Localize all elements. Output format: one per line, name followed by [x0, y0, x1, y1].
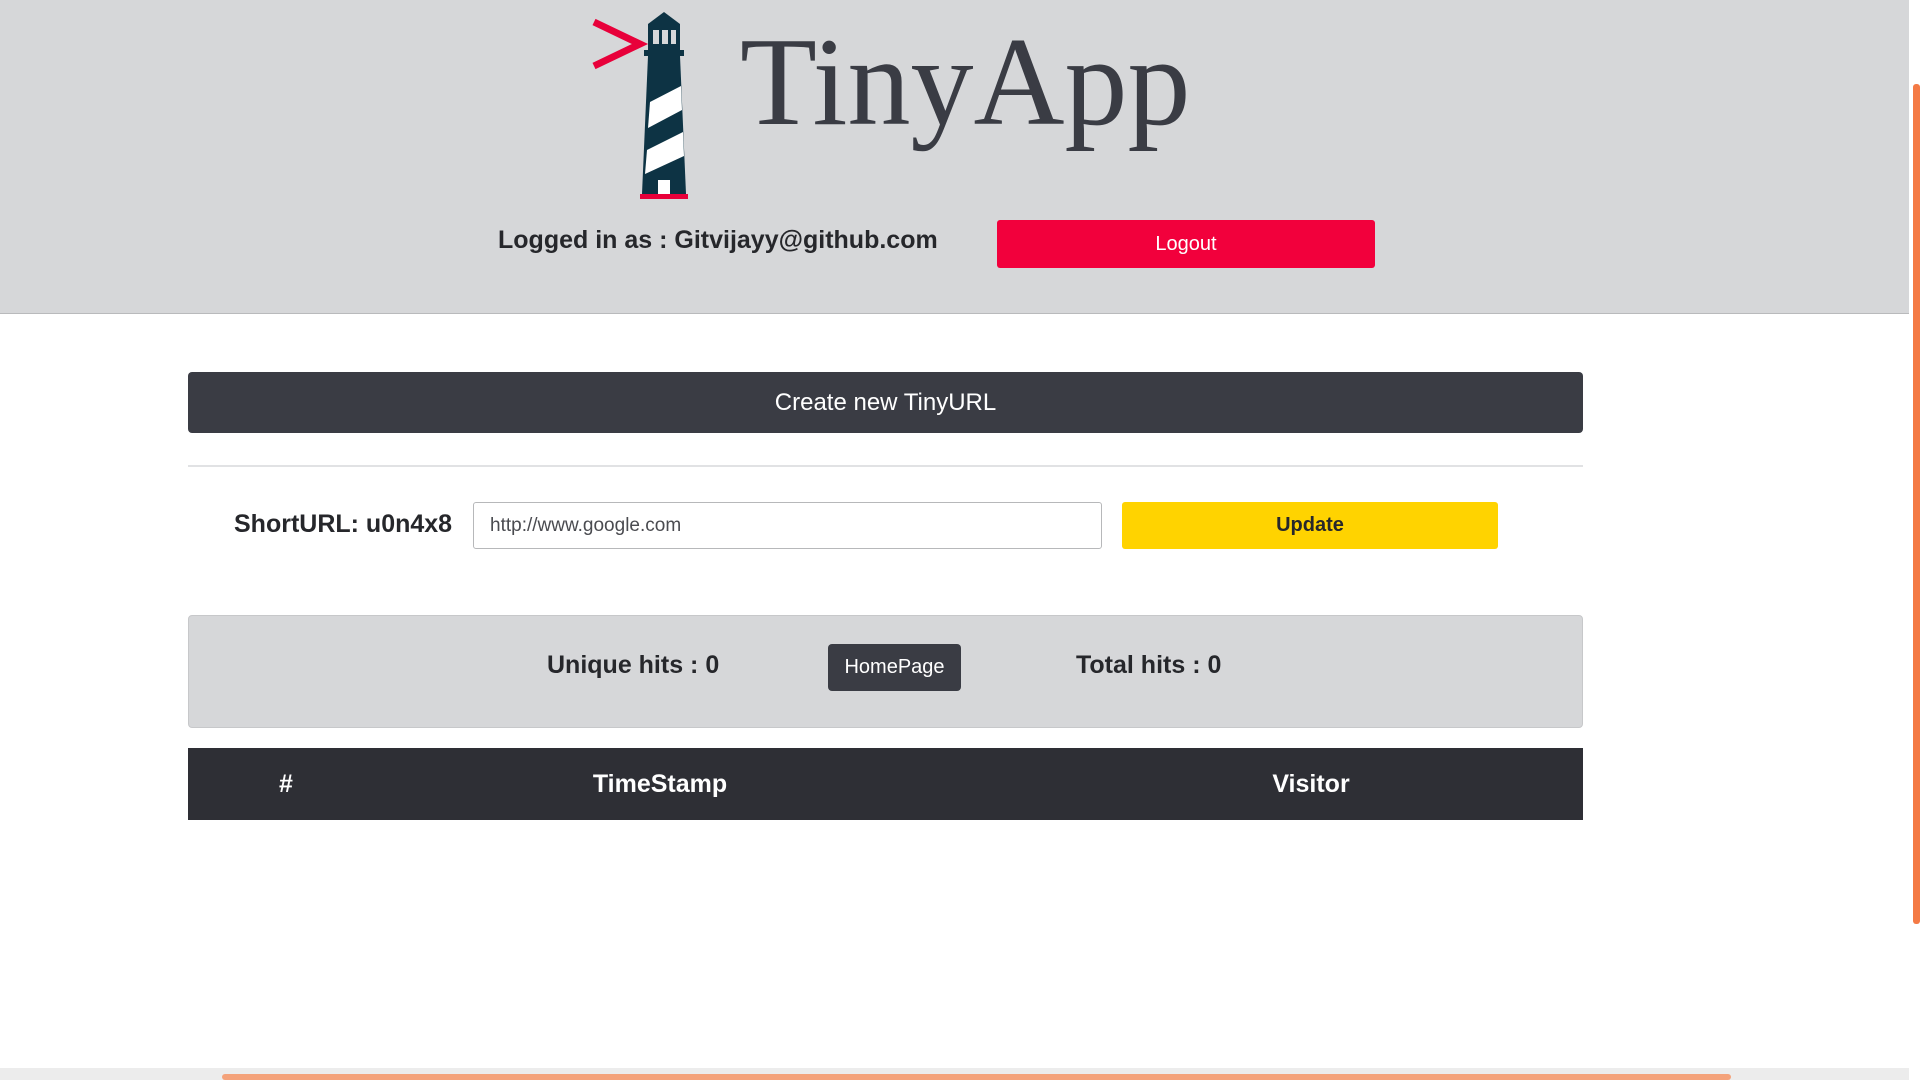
column-header-number: #: [279, 769, 293, 798]
homepage-button[interactable]: HomePage: [828, 644, 961, 691]
visits-table-header: # TimeStamp Visitor: [188, 748, 1583, 820]
brand-title: TinyApp: [740, 13, 1191, 152]
update-button[interactable]: Update: [1122, 502, 1498, 549]
vertical-scrollbar-thumb[interactable]: [1913, 84, 1920, 924]
create-new-tinyurl-button[interactable]: Create new TinyURL: [188, 372, 1583, 433]
long-url-input[interactable]: [473, 502, 1102, 549]
page-header: TinyApp Logged in as : Gitvijayy@github.…: [0, 0, 1909, 314]
lighthouse-icon: [590, 10, 710, 202]
unique-hits: Unique hits : 0: [547, 651, 720, 679]
short-url-label: ShortURL: u0n4x8: [234, 510, 453, 538]
horizontal-scrollbar-thumb[interactable]: [222, 1074, 1731, 1080]
logged-in-user: Logged in as : Gitvijayy@github.com: [498, 226, 938, 254]
section-divider: [188, 465, 1583, 467]
logout-button[interactable]: Logout: [997, 220, 1375, 268]
column-header-visitor: Visitor: [1272, 769, 1350, 798]
total-hits: Total hits : 0: [1076, 651, 1222, 679]
column-header-timestamp: TimeStamp: [592, 769, 728, 798]
